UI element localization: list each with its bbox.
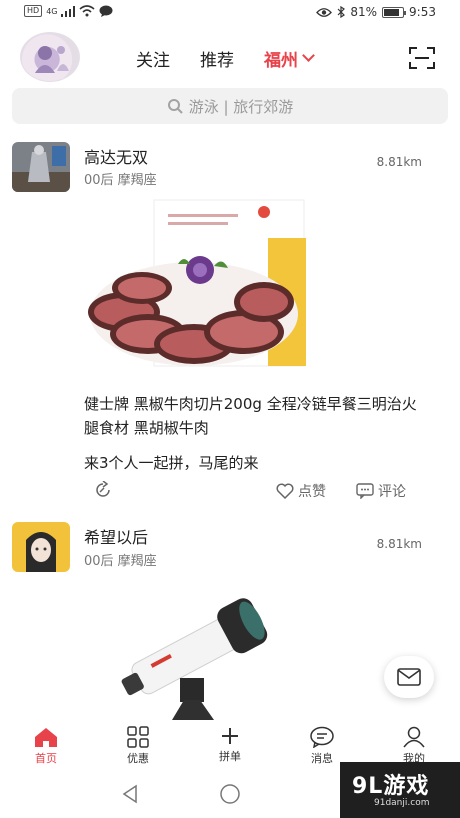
- status-bar: HD 4G 81% 9:53: [0, 0, 460, 26]
- chat-icon: [310, 726, 334, 748]
- avatar-photo: [12, 142, 70, 192]
- post-avatar[interactable]: [12, 522, 70, 572]
- post-text: 来3个人一起拼，马尾的来: [84, 454, 259, 472]
- post-username[interactable]: 希望以后: [84, 524, 148, 548]
- post-distance: 8.81km: [376, 155, 422, 169]
- chevron-down-icon: [302, 49, 315, 62]
- network-label: 4G: [46, 6, 58, 16]
- avatar-photo: [12, 522, 70, 572]
- message-notification-icon: [99, 5, 113, 17]
- beef-slices-illustration: [88, 199, 306, 367]
- watermark-badge: 9L游戏 91danji.com: [340, 762, 460, 818]
- top-header: 关注 推荐 福州: [0, 26, 460, 86]
- comment-button[interactable]: 评论: [356, 481, 406, 501]
- home-icon: [35, 728, 57, 747]
- nav-messages[interactable]: 消息: [292, 726, 352, 766]
- post-username[interactable]: 高达无双: [84, 144, 148, 168]
- like-button[interactable]: 点赞: [276, 481, 326, 501]
- hd-badge: HD: [24, 5, 43, 17]
- post-user-meta: 00后 摩羯座: [84, 554, 157, 569]
- search-bar[interactable]: 游泳 | 旅行郊游: [12, 88, 448, 124]
- nav-messages-label: 消息: [311, 752, 333, 765]
- post-user-meta: 00后 摩羯座: [84, 173, 157, 188]
- mail-icon: [397, 668, 421, 686]
- post-distance: 8.81km: [376, 537, 422, 551]
- nav-deals-label: 优惠: [127, 752, 149, 765]
- share-button[interactable]: [94, 481, 112, 499]
- share-icon: [96, 481, 110, 497]
- scan-icon[interactable]: [409, 46, 435, 70]
- back-icon[interactable]: [120, 784, 140, 804]
- wifi-icon: [79, 5, 96, 17]
- battery-icon: [382, 6, 407, 18]
- feed-post[interactable]: 高达无双 00后 摩羯座 8.81km 健士牌 黑椒牛肉切片200g 全程冷链早…: [0, 140, 460, 510]
- eye-icon: [316, 7, 333, 17]
- nav-profile[interactable]: 我的: [384, 726, 444, 766]
- post-avatar[interactable]: [12, 142, 70, 192]
- user-icon: [403, 726, 425, 748]
- heart-icon: [276, 483, 294, 499]
- nav-home[interactable]: 首页: [16, 726, 76, 766]
- product-image[interactable]: [110, 582, 280, 720]
- clock: 9:53: [409, 5, 436, 19]
- grid-icon: [127, 726, 149, 748]
- signal-icon: [61, 5, 76, 17]
- home-circle-icon[interactable]: [219, 783, 241, 805]
- post-product-title[interactable]: 健士牌 黑椒牛肉切片200g 全程冷链早餐三明治火腿食材 黑胡椒牛肉: [84, 392, 424, 440]
- plus-icon: [222, 728, 238, 744]
- bluetooth-icon: [337, 6, 346, 18]
- product-image[interactable]: [84, 194, 310, 384]
- nav-deals[interactable]: 优惠: [108, 726, 168, 766]
- tab-city-label: 福州: [264, 51, 298, 71]
- like-label: 点赞: [298, 484, 326, 500]
- post-actions: 点赞 评论: [84, 481, 424, 503]
- avatar-illustration: [35, 46, 69, 73]
- search-placeholder: 游泳 | 旅行郊游: [188, 97, 294, 116]
- nav-group-order-label: 拼单: [219, 750, 241, 763]
- comment-label: 评论: [378, 484, 406, 500]
- nav-group-order[interactable]: 拼单: [200, 726, 260, 764]
- tab-recommend[interactable]: 推荐: [200, 46, 234, 71]
- user-avatar[interactable]: [20, 32, 80, 82]
- comment-icon: [356, 483, 374, 499]
- nav-home-label: 首页: [35, 752, 57, 765]
- watermark-brand: 9L游戏: [352, 774, 430, 799]
- telescope-illustration: [121, 598, 268, 720]
- tab-city[interactable]: 福州: [264, 46, 315, 71]
- feed-tabs: 关注 推荐 福州: [136, 46, 315, 71]
- floating-mail-button[interactable]: [384, 656, 434, 698]
- battery-percent: 81%: [350, 5, 378, 19]
- search-icon: [167, 99, 183, 114]
- tab-follow[interactable]: 关注: [136, 46, 170, 71]
- watermark-site: 91danji.com: [374, 798, 430, 808]
